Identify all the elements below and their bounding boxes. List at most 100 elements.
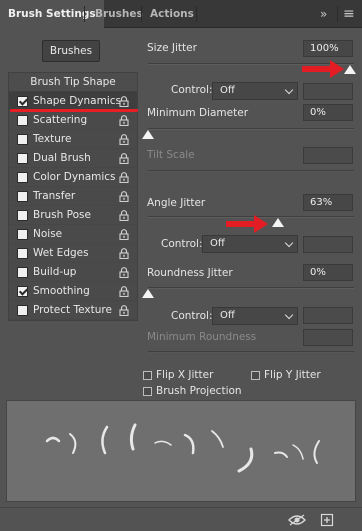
tab-divider [196,6,197,22]
flip-x-checkbox[interactable] [143,371,152,380]
panel-bottom-bar [0,507,362,531]
lock-icon[interactable] [119,229,129,240]
roundness-jitter-label: Roundness Jitter [147,267,233,279]
lock-icon[interactable] [119,267,129,278]
brush-pose-checkbox[interactable] [17,210,28,221]
scattering-checkbox[interactable] [17,115,28,126]
chevron-down-icon [284,85,294,95]
transfer-label: Transfer [33,190,76,202]
wet-edges-checkbox[interactable] [17,248,28,259]
chevron-down-icon [284,310,294,320]
option-dual-brush[interactable]: Dual Brush [9,149,137,168]
build-up-checkbox[interactable] [17,267,28,278]
brush-stroke-preview [6,400,356,502]
angle-jitter-label: Angle Jitter [147,197,206,209]
tab-actions[interactable]: Actions [142,0,202,28]
size-control-field [303,83,353,100]
eye-toggle-icon[interactable] [287,513,307,527]
double-chevron-right-icon[interactable]: » [320,0,327,28]
noise-label: Noise [33,228,63,240]
noise-checkbox[interactable] [17,229,28,240]
shape-dynamics-checkbox[interactable] [17,96,28,107]
brushes-button[interactable]: Brushes [42,40,100,62]
red-arrow-annotation-icon [302,60,344,78]
roundness-control-field [303,307,353,324]
chevron-down-icon [284,238,294,248]
size-jitter-value[interactable]: 100% [303,40,353,57]
texture-label: Texture [33,133,72,145]
lock-icon[interactable] [119,191,129,202]
minimum-diameter-slider-thumb[interactable] [142,130,154,139]
option-protect-texture[interactable]: Protect Texture [9,301,137,320]
angle-jitter-value[interactable]: 63% [303,194,353,211]
roundness-control-select[interactable]: Off [212,307,298,325]
build-up-label: Build-up [33,266,77,278]
option-brush-pose[interactable]: Brush Pose [9,206,137,225]
color-dynamics-checkbox[interactable] [17,172,28,183]
tilt-scale-slider-track [148,170,354,172]
dual-brush-label: Dual Brush [33,152,91,164]
scattering-label: Scattering [33,114,88,126]
roundness-jitter-slider-track[interactable] [148,287,354,289]
minimum-roundness-label: Minimum Roundness [147,331,257,343]
lock-icon[interactable] [119,286,129,297]
size-jitter-label: Size Jitter [147,42,197,54]
red-arrow-annotation-icon [226,215,268,233]
wet-edges-label: Wet Edges [33,247,89,259]
lock-icon[interactable] [119,115,129,126]
transfer-checkbox[interactable] [17,191,28,202]
texture-checkbox[interactable] [17,134,28,145]
option-texture[interactable]: Texture [9,130,137,149]
new-preset-icon[interactable] [320,513,334,527]
minimum-diameter-label: Minimum Diameter [147,107,249,119]
size-control-select[interactable]: Off [212,82,298,100]
brush-pose-label: Brush Pose [33,209,91,221]
roundness-jitter-value[interactable]: 0% [303,264,353,281]
minimum-roundness-field [303,329,353,346]
lock-icon[interactable] [119,210,129,221]
hamburger-menu-icon[interactable]: ≡ [343,0,355,28]
brush-tip-shape-item[interactable]: Brush Tip Shape [9,73,137,92]
option-noise[interactable]: Noise [9,225,137,244]
lock-icon[interactable] [119,172,129,183]
roundness-control-label: Control: [171,310,213,322]
brush-stroke-preview-graphic [45,423,320,473]
roundness-jitter-slider-thumb[interactable] [142,289,154,298]
minimum-roundness-slider-track [148,351,354,353]
tilt-scale-label: Tilt Scale [147,149,195,161]
color-dynamics-label: Color Dynamics [33,171,116,183]
smoothing-label: Smoothing [33,285,90,297]
tab-divider [337,6,338,22]
tilt-scale-field [303,147,353,164]
lock-icon[interactable] [119,96,129,107]
minimum-diameter-value[interactable]: 0% [303,104,353,121]
option-smoothing[interactable]: Smoothing [9,282,137,301]
option-transfer[interactable]: Transfer [9,187,137,206]
lock-icon[interactable] [119,153,129,164]
angle-control-field [303,236,353,253]
roundness-control-value: Off [220,310,235,321]
lock-icon[interactable] [119,134,129,145]
size-control-value: Off [220,85,235,96]
protect-texture-checkbox[interactable] [17,305,28,316]
angle-control-select[interactable]: Off [202,235,298,253]
panel-tab-bar: Brush Settings Brushes Actions » ≡ [0,0,362,29]
flip-y-checkbox[interactable] [251,371,260,380]
brush-projection-checkbox[interactable] [143,387,152,396]
angle-jitter-slider-thumb[interactable] [271,218,284,227]
smoothing-checkbox[interactable] [17,286,28,297]
lock-icon[interactable] [119,305,129,316]
protect-texture-label: Protect Texture [33,304,112,316]
lock-icon[interactable] [119,248,129,259]
angle-control-label: Control: [161,238,203,250]
option-color-dynamics[interactable]: Color Dynamics [9,168,137,187]
red-annotation-underline [10,109,138,112]
flip-x-label: Flip X Jitter [156,369,214,381]
option-build-up[interactable]: Build-up [9,263,137,282]
flip-y-label: Flip Y Jitter [264,369,321,381]
option-scattering[interactable]: Scattering [9,111,137,130]
minimum-diameter-slider-track[interactable] [148,128,354,130]
angle-control-value: Off [210,238,225,249]
dual-brush-checkbox[interactable] [17,153,28,164]
option-wet-edges[interactable]: Wet Edges [9,244,137,263]
